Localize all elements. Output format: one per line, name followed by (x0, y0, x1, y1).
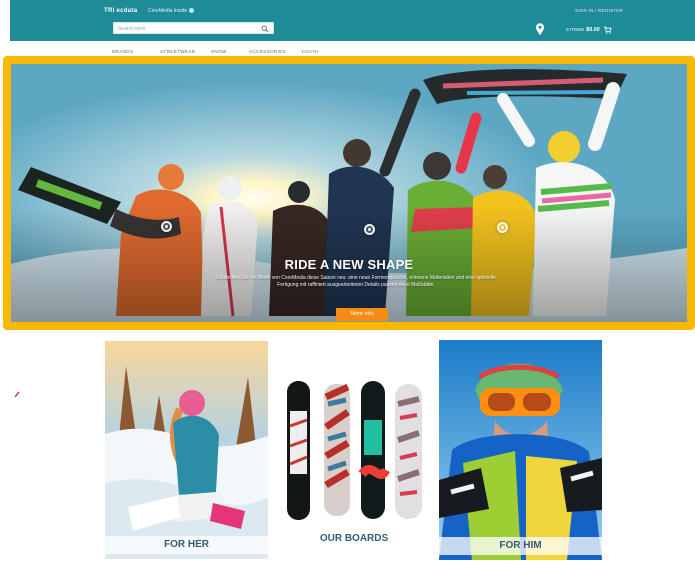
tagline-text: CoreMedia Inside (148, 8, 188, 14)
hero-banner[interactable]: RIDE A NEW SHAPE Entdecken Sie die Mode … (3, 56, 695, 330)
cart-items-label: 0 ITEMS (566, 27, 585, 33)
male-snowboarder-photo (439, 340, 602, 560)
hero-description: Entdecken Sie die Mode von CoreMedia die… (216, 275, 496, 288)
female-snowboarder-photo (105, 341, 268, 559)
shopping-cart[interactable]: 0 ITEMS $0.00 (566, 26, 612, 34)
snowboards-photo (272, 342, 436, 558)
location-pin-icon[interactable] (534, 22, 546, 36)
site-logo[interactable]: TRI ecdata (104, 8, 137, 14)
header-tagline: CoreMedia Inside (148, 8, 195, 14)
search-input[interactable] (118, 25, 258, 32)
cursor-marker-icon (14, 391, 20, 398)
hero-title: RIDE A NEW SHAPE (284, 257, 414, 272)
login-register-link[interactable]: SIGN IN / REGISTER (575, 8, 623, 13)
for-him-label[interactable]: FOR HIM (439, 537, 602, 555)
category-for-him[interactable]: FOR HIM (439, 340, 602, 560)
hero-hotspot-right[interactable] (497, 222, 508, 233)
our-boards-label[interactable]: OUR BOARDS (272, 530, 436, 548)
more-info-button[interactable]: More Info (336, 308, 388, 321)
hero-hotspot-left[interactable] (161, 221, 172, 232)
category-for-her[interactable]: FOR HER (105, 341, 268, 559)
shopping-cart-icon[interactable] (603, 26, 612, 34)
site-header: TRI ecdata CoreMedia Inside SIGN IN / RE… (10, 0, 695, 41)
cart-total: $0.00 (586, 27, 600, 34)
ecommerce-page: TRI ecdata CoreMedia Inside SIGN IN / RE… (0, 0, 695, 576)
search-box[interactable] (113, 22, 274, 34)
search-icon[interactable] (261, 25, 269, 33)
hero-hotspot-center[interactable] (364, 224, 375, 235)
category-our-boards[interactable]: OUR BOARDS (272, 342, 436, 558)
tagline-badge-icon (189, 8, 195, 14)
for-her-label[interactable]: FOR HER (105, 536, 268, 554)
